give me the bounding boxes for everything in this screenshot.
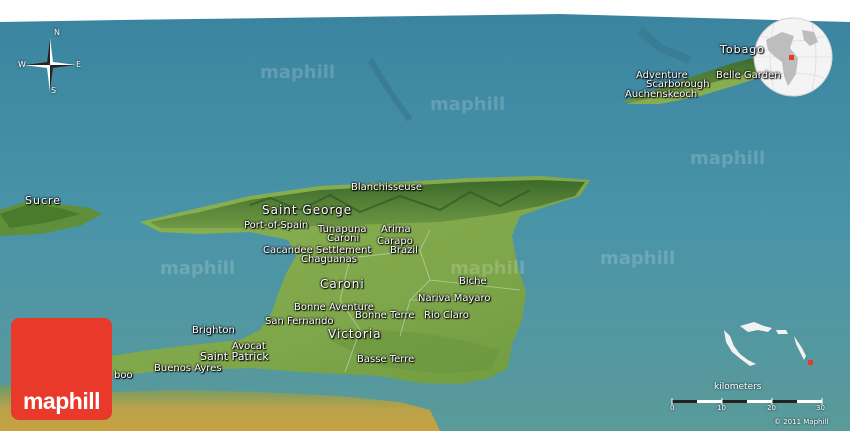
label-buenos-ayres: Buenos Ayres	[154, 363, 222, 374]
scale-title: kilometers	[714, 382, 762, 392]
scale-tick: 10	[717, 404, 726, 412]
compass-rose: N S E W	[14, 28, 86, 98]
label-auchenskeoch: Auchenskeoch	[625, 89, 698, 100]
label-sucre: Sucre	[25, 194, 62, 207]
scale-tick: 20	[767, 404, 776, 412]
label-brighton: Brighton	[192, 325, 235, 336]
label-caroni-town: Caroni	[327, 233, 360, 244]
globe-icon	[753, 17, 833, 97]
label-biche: Biche	[459, 276, 487, 287]
scale-tick: 0	[670, 404, 675, 412]
label-bonne-terre: Bonne Terre	[355, 310, 415, 321]
label-saint-patrick: Saint Patrick	[200, 350, 269, 363]
label-victoria: Victoria	[328, 327, 382, 341]
locator-globe	[752, 16, 834, 98]
label-basse-terre: Basse Terre	[357, 354, 415, 365]
label-chaguanas: Chaguanas	[301, 254, 357, 265]
label-arima: Arima	[381, 224, 411, 235]
label-port-of-spain: Port-of-Spain	[244, 220, 309, 231]
scale-tick: 30	[816, 404, 825, 412]
label-belle-garden: Belle Garden	[716, 70, 781, 81]
compass-west: W	[18, 60, 26, 69]
satellite-map[interactable]: maphill maphill maphill maphill maphill …	[0, 0, 850, 431]
logo-text: maphill	[22, 388, 101, 414]
scale-bar: kilometers 0 10 20 30	[666, 382, 826, 422]
inset-icon	[724, 322, 813, 366]
label-brazil: Brazil	[390, 245, 418, 256]
maphill-logo[interactable]: maphill	[11, 318, 112, 420]
label-blanchisseuse: Blanchisseuse	[351, 182, 422, 193]
compass-north: N	[54, 28, 60, 37]
scale-bar-graphic	[671, 398, 823, 405]
label-boo: boo	[114, 370, 133, 381]
region-inset-map	[720, 308, 825, 370]
label-rio-claro: Rio Claro	[424, 310, 469, 321]
copyright-notice: © 2011 Maphill	[774, 418, 829, 426]
label-saint-george: Saint George	[262, 203, 353, 217]
label-nariva-mayaro: Nariva Mayaro	[418, 293, 491, 304]
label-san-fernando: San Fernando	[265, 316, 334, 327]
compass-south: S	[51, 86, 57, 95]
compass-east: E	[76, 60, 82, 69]
label-tobago: Tobago	[720, 43, 766, 56]
label-caroni-region: Caroni	[320, 277, 365, 291]
